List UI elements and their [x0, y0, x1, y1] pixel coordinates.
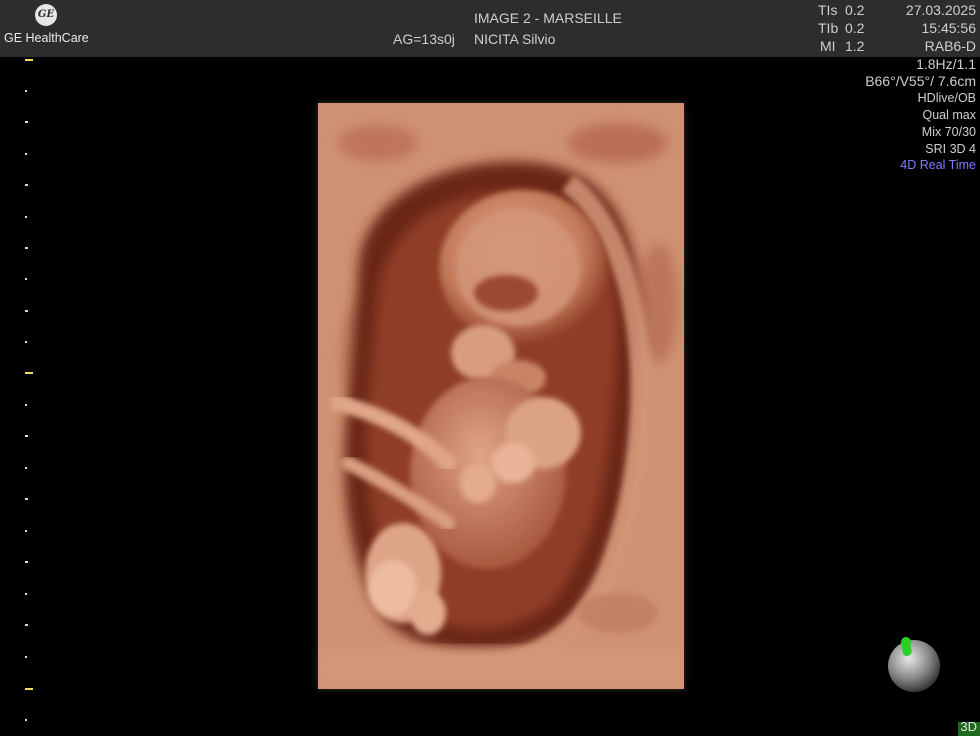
- exam-time: 15:45:56: [921, 20, 977, 36]
- mode-3d-label: 3D: [960, 719, 977, 734]
- tib-label: TIb: [818, 20, 839, 36]
- probe-name: RAB6-D: [924, 38, 976, 54]
- tib-value: 0.2: [845, 20, 865, 36]
- volume-render-view[interactable]: [318, 103, 684, 689]
- logo-text: GE HealthCare: [4, 31, 89, 45]
- tis-label: TIs: [818, 2, 838, 18]
- image-title: IMAGE 2 - MARSEILLE: [474, 10, 622, 26]
- ge-logo: GE GE HealthCare: [4, 4, 89, 52]
- frame-rate: 1.8Hz/1.1: [916, 56, 976, 72]
- sri-setting: SRI 3D 4: [925, 142, 976, 156]
- mode-realtime: 4D Real Time: [900, 158, 976, 172]
- header-bar: GE GE HealthCare IMAGE 2 - MARSEILLE AG=…: [0, 0, 980, 57]
- preset-name: HDlive/OB: [917, 91, 976, 105]
- tis-value: 0.2: [845, 2, 865, 18]
- fetal-render: [318, 103, 684, 689]
- exam-date: 27.03.2025: [905, 2, 976, 18]
- scan-geometry: B66°/V55°/ 7.6cm: [865, 73, 976, 89]
- mix-setting: Mix 70/30: [921, 125, 976, 139]
- gestational-age: AG=13s0j: [393, 31, 455, 47]
- mi-value: 1.2: [845, 38, 865, 54]
- quality-setting: Qual max: [922, 108, 977, 122]
- depth-scale: [25, 59, 33, 721]
- patient-name: NICITA Silvio: [474, 31, 556, 47]
- orientation-sphere-icon[interactable]: [884, 632, 944, 694]
- ge-monogram-icon: GE: [35, 4, 57, 26]
- mi-label: MI: [820, 38, 836, 54]
